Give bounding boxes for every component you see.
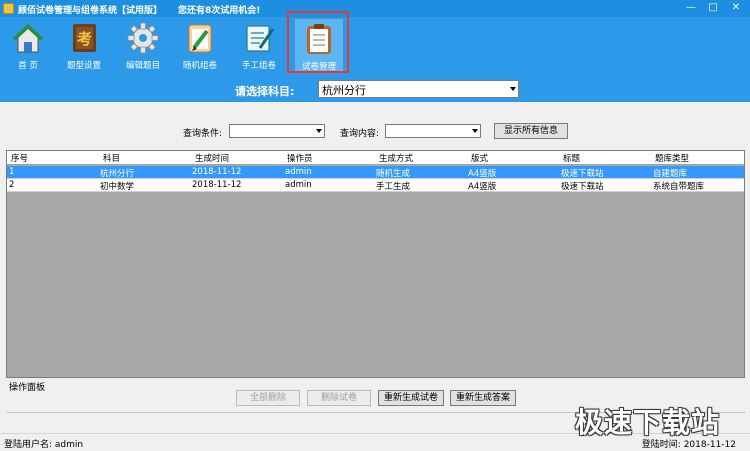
toolbar-random-compose-button[interactable]: 随机组卷 — [176, 21, 224, 73]
subject-select[interactable]: 杭州分行 — [318, 80, 519, 98]
toolbar-manual-compose-button[interactable]: 手工组卷 — [235, 21, 283, 73]
query-content-select[interactable] — [385, 124, 481, 138]
maximize-button[interactable]: □ — [702, 1, 724, 15]
query-condition-select[interactable] — [229, 124, 325, 138]
toolbar-edit-questions-label: 编辑题目 — [125, 61, 160, 71]
cell-title: 极速下载站 — [561, 169, 604, 179]
cell-subject: 初中数学 — [100, 182, 135, 192]
toolbar-home-label: 首 页 — [18, 61, 38, 71]
regenerate-answer-button[interactable]: 重新生成答案 — [450, 390, 516, 406]
toolbar-question-types-button[interactable]: 考 题型设置 — [60, 21, 108, 73]
cell-format: A4竖版 — [468, 182, 497, 192]
table-row[interactable]: 1 杭州分行 2018-11-12 admin 随机生成 A4竖版 极速下载站 … — [7, 166, 744, 179]
cell-id: 1 — [9, 167, 15, 177]
regenerate-exam-button[interactable]: 重新生成试卷 — [378, 390, 444, 406]
status-user-value: admin — [54, 440, 84, 450]
app-window: 顾佰试卷管理与组卷系统【试用版】 您还有8次试用机会! — □ ✕ 首 页 考 … — [0, 0, 750, 451]
cell-bank-type: 自建题库 — [653, 169, 688, 179]
toolbar-manual-compose-label: 手工组卷 — [241, 61, 276, 71]
subject-label: 请选择科目: — [235, 85, 295, 98]
window-title: 顾佰试卷管理与组卷系统【试用版】 — [18, 6, 163, 16]
delete-exam-button[interactable]: 删除试卷 — [307, 390, 371, 406]
notepad-edit-icon — [246, 25, 275, 52]
chevron-down-icon — [510, 87, 516, 91]
minimize-button[interactable]: — — [680, 1, 702, 15]
toolbar-question-types-label: 题型设置 — [66, 61, 101, 71]
subject-select-value: 杭州分行 — [322, 84, 366, 97]
title-bar: 顾佰试卷管理与组卷系统【试用版】 您还有8次试用机会! — □ ✕ — [0, 0, 750, 17]
query-condition-label: 查询条件: — [183, 129, 223, 139]
exam-book-icon: 考 — [73, 24, 96, 52]
toolbar-home-button[interactable]: 首 页 — [4, 21, 52, 73]
active-tool-highlight — [287, 11, 349, 73]
cell-id: 2 — [9, 180, 15, 190]
toolbar-edit-questions-button[interactable]: 编辑题目 — [119, 21, 167, 73]
delete-all-button[interactable]: 全部删除 — [236, 390, 300, 406]
status-time-label: 登陆时间: — [641, 440, 681, 450]
status-user: 登陆用户名: admin — [4, 437, 83, 450]
query-content-label: 查询内容: — [340, 129, 380, 139]
home-icon — [12, 24, 44, 53]
subject-bar: 请选择科目: 杭州分行 — [0, 78, 750, 102]
exam-grid: 序号 科目 生成时间 操作员 生成方式 版式 标题 题库类型 1 杭州分行 20… — [6, 150, 745, 378]
column-header-method[interactable]: 生成方式 — [379, 152, 413, 164]
main-toolbar: 首 页 考 题型设置 编辑题目 随机组卷 手工组卷 试卷管理 — [0, 17, 750, 78]
close-button[interactable]: ✕ — [724, 1, 748, 15]
pencil-paper-icon — [188, 24, 212, 53]
status-time-value: 2018-11-12 — [683, 440, 736, 450]
cell-method: 随机生成 — [376, 169, 411, 179]
column-header-id[interactable]: 序号 — [11, 152, 28, 164]
chevron-down-icon — [472, 129, 478, 133]
cell-format: A4竖版 — [468, 169, 497, 179]
chevron-down-icon — [316, 129, 322, 133]
cell-bank-type: 系统自带题库 — [653, 182, 705, 192]
column-header-subject[interactable]: 科目 — [103, 152, 120, 164]
grid-header: 序号 科目 生成时间 操作员 生成方式 版式 标题 题库类型 — [7, 151, 744, 165]
table-row[interactable]: 2 初中数学 2018-11-12 admin 手工生成 A4竖版 极速下载站 … — [7, 179, 744, 192]
app-icon — [3, 3, 14, 14]
svg-text:考: 考 — [77, 30, 92, 48]
cell-subject: 杭州分行 — [100, 169, 135, 179]
cell-date: 2018-11-12 — [192, 167, 242, 177]
cell-title: 极速下载站 — [561, 182, 604, 192]
status-user-label: 登陆用户名: — [4, 440, 53, 450]
cell-operator: admin — [285, 167, 312, 177]
column-header-date[interactable]: 生成时间 — [195, 152, 229, 164]
cell-method: 手工生成 — [376, 182, 411, 192]
operation-panel-label: 操作面板 — [9, 383, 46, 393]
column-header-operator[interactable]: 操作员 — [287, 152, 313, 164]
toolbar-random-compose-label: 随机组卷 — [182, 61, 217, 71]
cell-date: 2018-11-12 — [192, 180, 242, 190]
column-header-format[interactable]: 版式 — [471, 152, 488, 164]
show-all-button[interactable]: 显示所有信息 — [494, 123, 568, 139]
cell-operator: admin — [285, 180, 312, 190]
column-header-bank-type[interactable]: 题库类型 — [655, 152, 689, 164]
column-header-title[interactable]: 标题 — [563, 152, 580, 164]
gear-icon — [127, 22, 159, 54]
trial-notice: 您还有8次试用机会! — [178, 6, 261, 16]
site-watermark: 极速下载站 — [575, 406, 721, 439]
